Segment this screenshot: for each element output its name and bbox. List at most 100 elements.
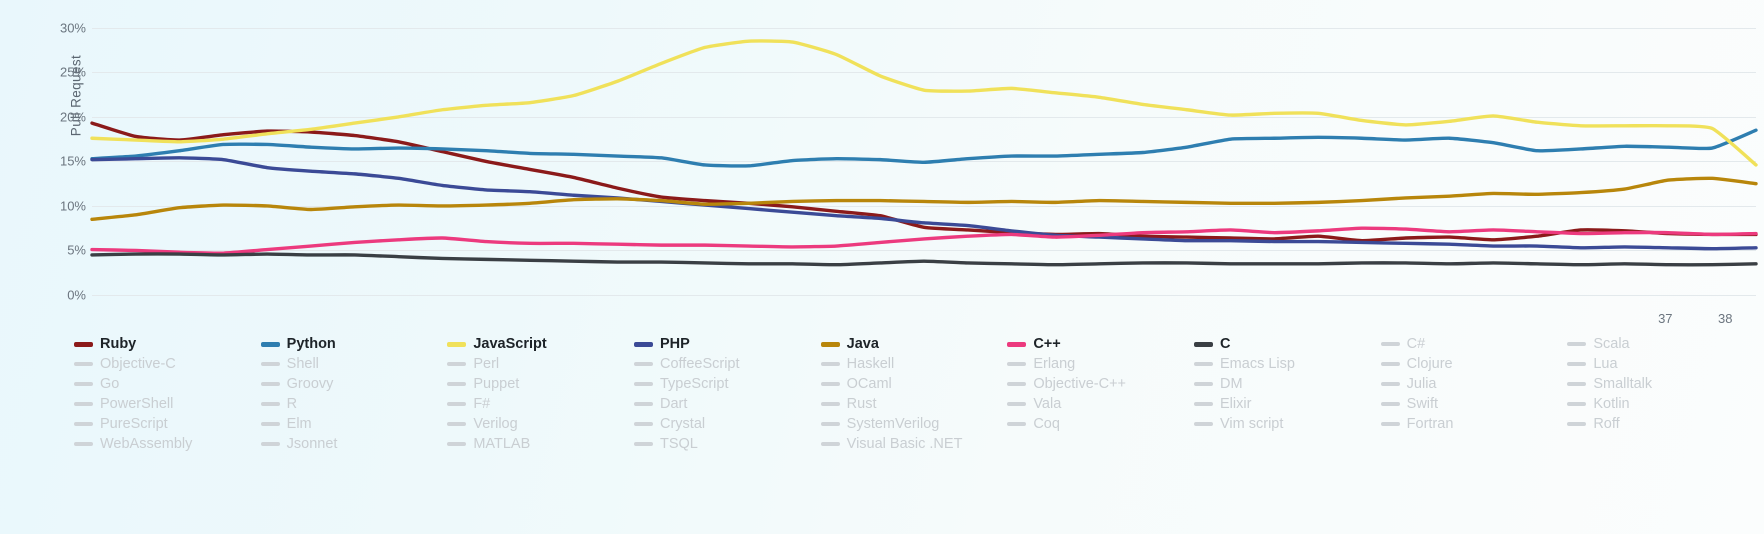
legend-item-label: Shell (286, 356, 319, 372)
legend-swatch-icon (1380, 422, 1400, 426)
legend-swatch-icon (820, 362, 840, 366)
legend-item-visual-basic-net[interactable]: Visual Basic .NET (820, 434, 1008, 454)
legend-swatch-icon (74, 442, 93, 446)
legend-item-haskell[interactable]: Haskell (820, 354, 1008, 374)
legend-item-purescript[interactable]: PureScript (74, 414, 261, 434)
legend-item-dm[interactable]: DM (1194, 374, 1381, 394)
legend-swatch-icon (1567, 382, 1587, 386)
legend-item-label: Elm (286, 416, 312, 432)
legend-item-label: OCaml (846, 376, 892, 392)
lines-plot (90, 0, 1758, 330)
legend-item-rust[interactable]: Rust (820, 394, 1008, 414)
legend-item-c-[interactable]: C# (1380, 334, 1568, 354)
legend-item-label: Swift (1406, 396, 1439, 412)
legend-item-shell[interactable]: Shell (260, 354, 448, 374)
legend-item-label: Rust (846, 396, 877, 412)
legend-item-systemverilog[interactable]: SystemVerilog (820, 414, 1008, 434)
y-axis-ticks: 0% 5% 10% 15% 20% 25% 30% (0, 0, 86, 330)
legend-swatch-icon (1567, 342, 1587, 346)
legend-item-puppet[interactable]: Puppet (447, 374, 634, 394)
legend-item-vim-script[interactable]: Vim script (1194, 414, 1381, 434)
legend-item-matlab[interactable]: MATLAB (447, 434, 634, 454)
legend-item-label: Emacs Lisp (1220, 356, 1295, 372)
legend-item-lua[interactable]: Lua (1567, 354, 1754, 374)
legend-swatch-icon (74, 402, 93, 406)
legend-swatch-icon (447, 422, 467, 426)
legend-swatch-icon (74, 422, 93, 426)
legend-item-coq[interactable]: Coq (1007, 414, 1194, 434)
legend-item-label: Kotlin (1593, 396, 1630, 412)
legend: Ruby Objective-C Go PowerShell PureScript Web… (74, 334, 1754, 534)
legend-swatch-icon (634, 442, 653, 446)
legend-item-ocaml[interactable]: OCaml (820, 374, 1008, 394)
legend-item-kotlin[interactable]: Kotlin (1567, 394, 1754, 414)
legend-item-perl[interactable]: Perl (447, 354, 634, 374)
legend-item-label: WebAssembly (100, 436, 193, 452)
legend-swatch-icon (1194, 422, 1213, 426)
legend-swatch-icon (260, 422, 280, 426)
legend-item-python[interactable]: Python (260, 334, 448, 354)
legend-item-java[interactable]: Java (820, 334, 1008, 354)
legend-item-vala[interactable]: Vala (1007, 394, 1194, 414)
legend-item-dart[interactable]: Dart (634, 394, 821, 414)
legend-swatch-icon (1007, 362, 1027, 366)
legend-item-r[interactable]: R (260, 394, 448, 414)
legend-item-crystal[interactable]: Crystal (634, 414, 821, 434)
legend-item-label: Ruby (100, 336, 137, 352)
legend-item-javascript[interactable]: JavaScript (447, 334, 634, 354)
legend-column: C++ Erlang Objective-C++ Vala Coq (1007, 334, 1194, 432)
legend-item-objective-c[interactable]: Objective-C (74, 354, 261, 374)
legend-swatch-icon (1567, 402, 1587, 406)
legend-item-roff[interactable]: Roff (1567, 414, 1754, 434)
legend-item-label: PowerShell (100, 396, 174, 412)
legend-swatch-icon (820, 442, 840, 446)
legend-item-typescript[interactable]: TypeScript (634, 374, 821, 394)
legend-item-smalltalk[interactable]: Smalltalk (1567, 374, 1754, 394)
y-tick-label: 30% (59, 20, 86, 36)
legend-swatch-icon (1194, 362, 1213, 366)
legend-item-elixir[interactable]: Elixir (1194, 394, 1381, 414)
legend-swatch-icon (634, 402, 653, 406)
legend-column: Java Haskell OCaml Rust SystemVerilog Visual … (820, 334, 1008, 452)
legend-item-julia[interactable]: Julia (1380, 374, 1568, 394)
legend-item-groovy[interactable]: Groovy (260, 374, 448, 394)
legend-item-erlang[interactable]: Erlang (1007, 354, 1194, 374)
legend-swatch-icon (634, 422, 653, 426)
legend-item-elm[interactable]: Elm (260, 414, 448, 434)
legend-item-fortran[interactable]: Fortran (1380, 414, 1568, 434)
legend-item-coffeescript[interactable]: CoffeeScript (634, 354, 821, 374)
legend-item-c-[interactable]: C++ (1007, 334, 1194, 354)
legend-item-go[interactable]: Go (74, 374, 261, 394)
legend-item-label: Java (846, 336, 879, 352)
legend-item-label: MATLAB (473, 436, 531, 452)
legend-item-f-[interactable]: F# (447, 394, 634, 414)
legend-item-swift[interactable]: Swift (1380, 394, 1568, 414)
legend-swatch-icon (820, 341, 840, 347)
legend-item-label: C++ (1033, 336, 1061, 352)
legend-swatch-icon (74, 362, 93, 366)
legend-item-label: Dart (660, 396, 688, 412)
legend-item-webassembly[interactable]: WebAssembly (74, 434, 261, 454)
legend-swatch-icon (1007, 402, 1027, 406)
legend-swatch-icon (1007, 341, 1027, 347)
legend-column: JavaScript Perl Puppet F# Verilog MATLAB (447, 334, 634, 452)
legend-item-label: PureScript (100, 416, 168, 432)
legend-item-php[interactable]: PHP (634, 334, 821, 354)
legend-item-c[interactable]: C (1194, 334, 1381, 354)
legend-item-tsql[interactable]: TSQL (634, 434, 821, 454)
series-lines (90, 39, 1758, 267)
legend-item-scala[interactable]: Scala (1567, 334, 1754, 354)
legend-swatch-icon (634, 362, 653, 366)
legend-swatch-icon (634, 382, 653, 386)
legend-item-label: SystemVerilog (846, 416, 940, 432)
legend-item-ruby[interactable]: Ruby (74, 334, 261, 354)
legend-item-label: F# (473, 396, 491, 412)
legend-item-emacs-lisp[interactable]: Emacs Lisp (1194, 354, 1381, 374)
legend-item-verilog[interactable]: Verilog (447, 414, 634, 434)
legend-item-clojure[interactable]: Clojure (1380, 354, 1568, 374)
legend-item-powershell[interactable]: PowerShell (74, 394, 261, 414)
legend-swatch-icon (1380, 402, 1400, 406)
legend-item-objective-c-[interactable]: Objective-C++ (1007, 374, 1194, 394)
legend-item-label: Erlang (1033, 356, 1076, 372)
legend-item-jsonnet[interactable]: Jsonnet (260, 434, 448, 454)
